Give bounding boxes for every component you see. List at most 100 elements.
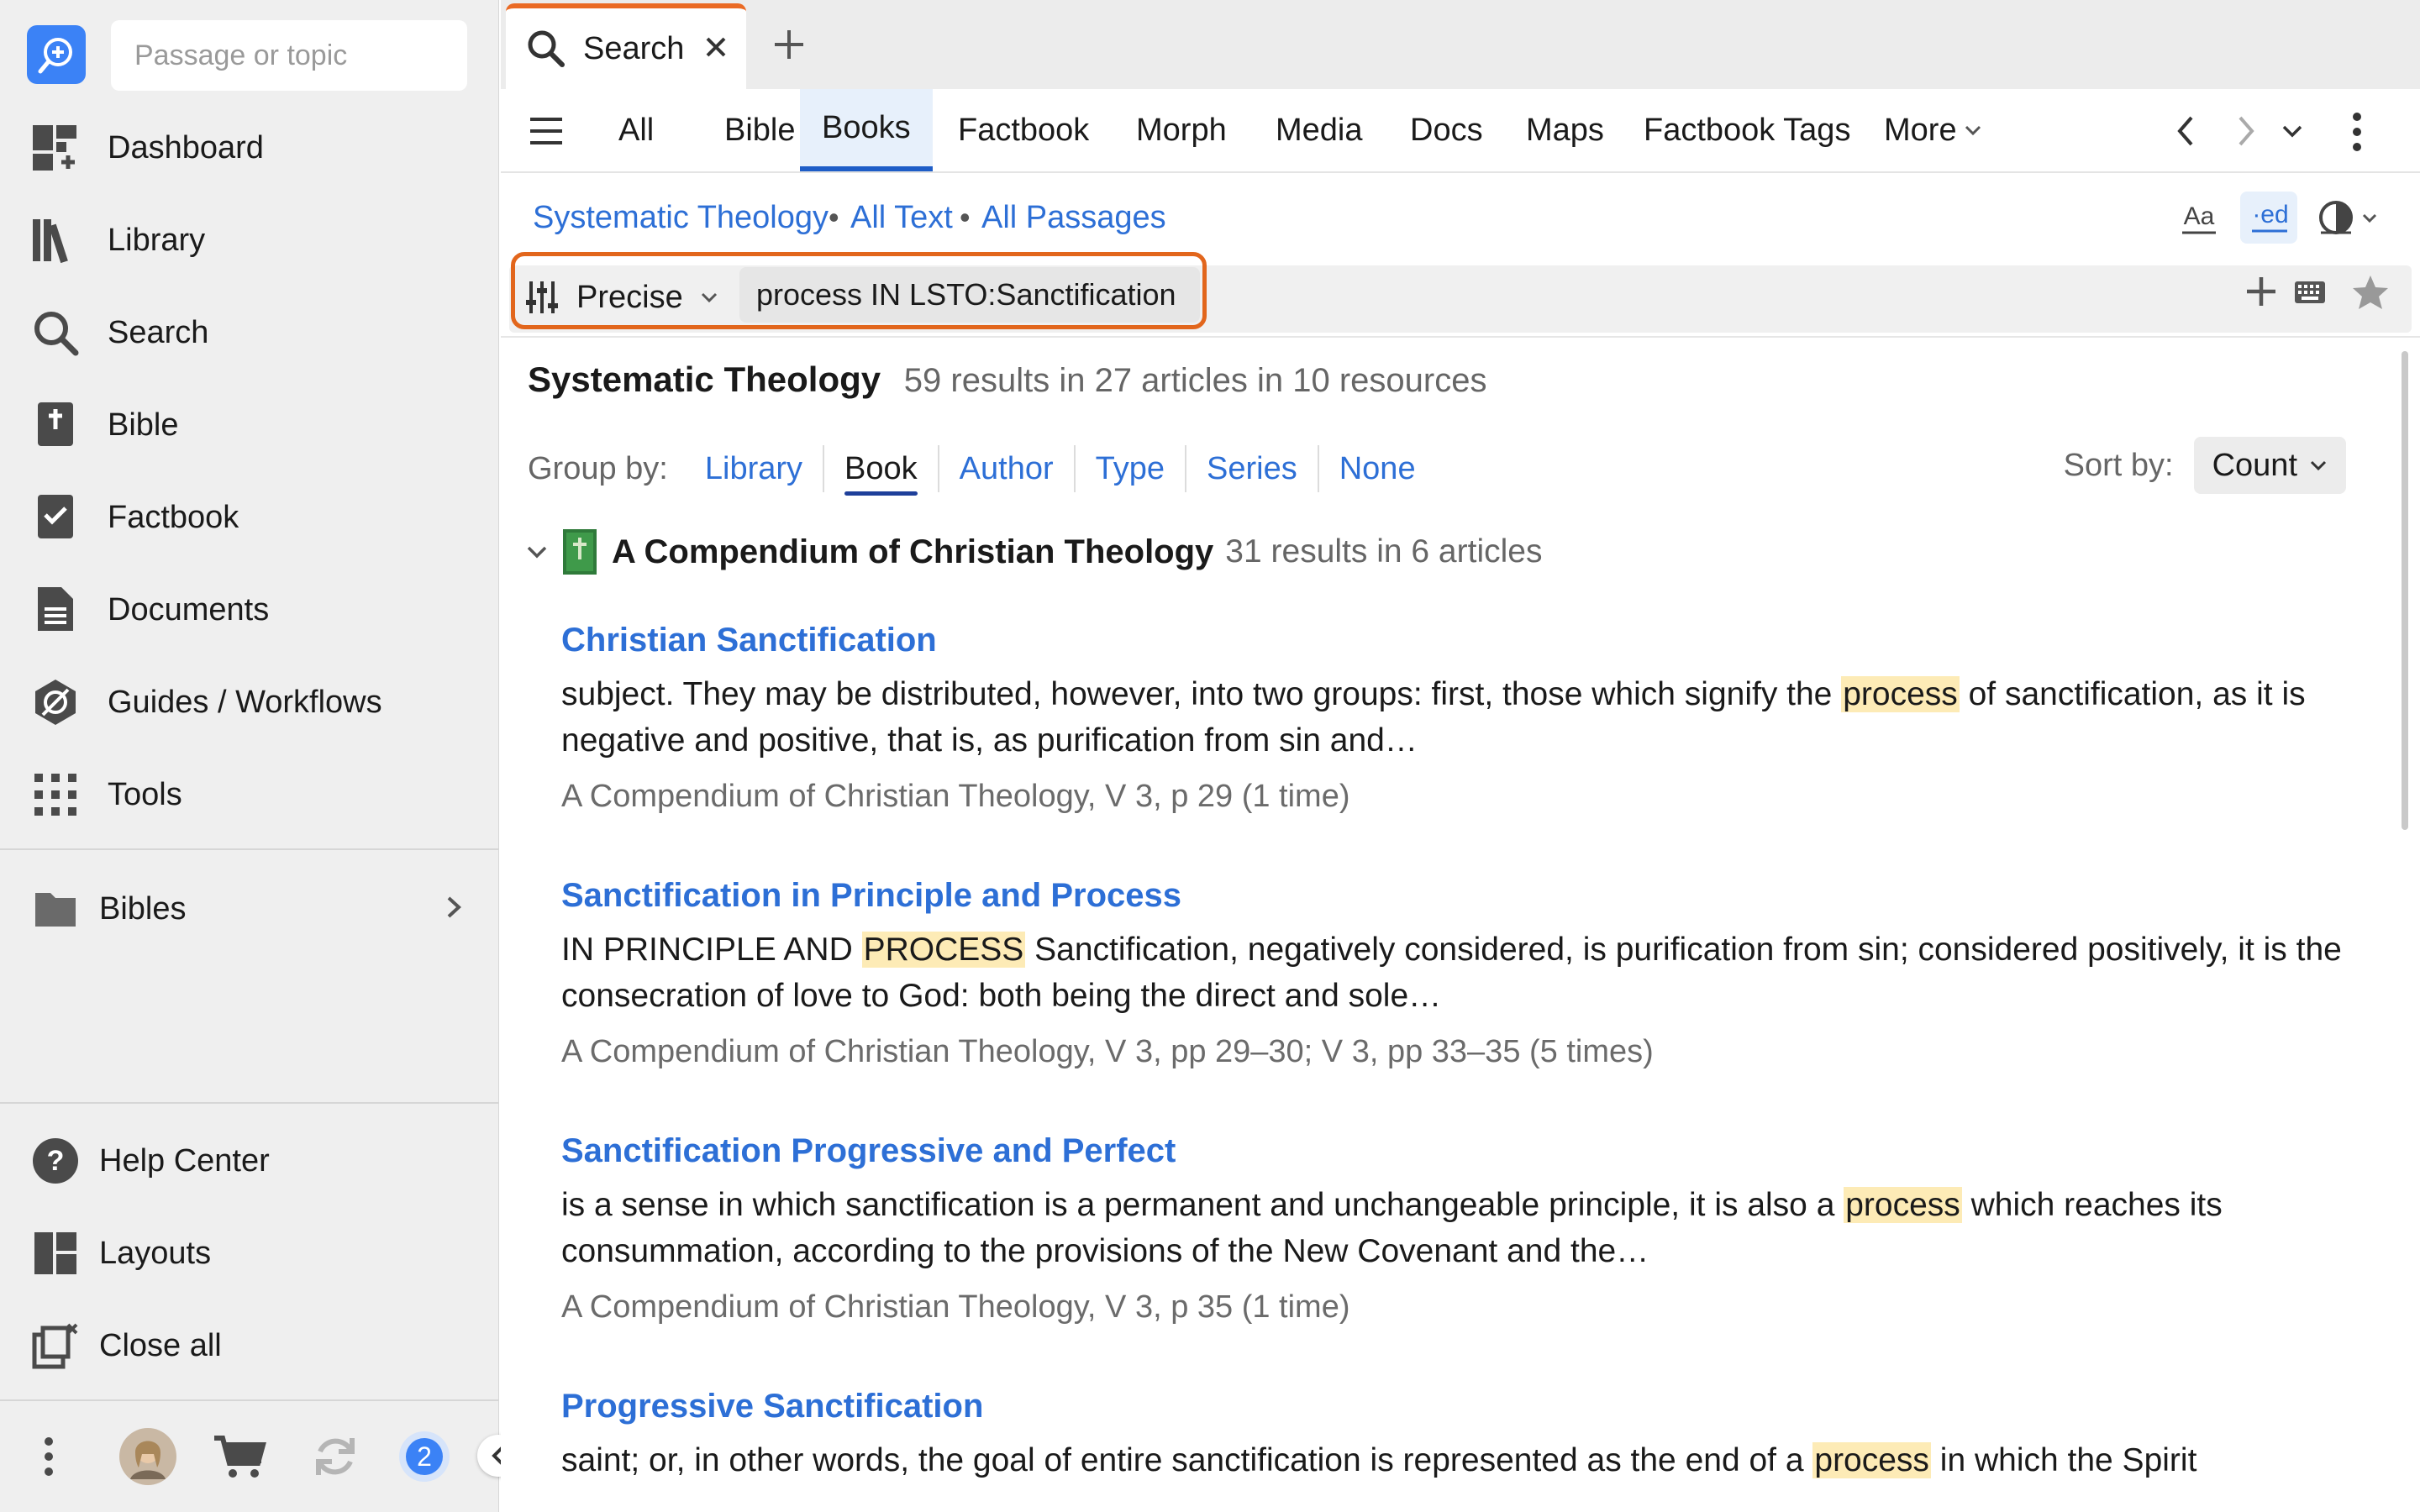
menu-icon[interactable] [526, 111, 566, 151]
result-snippet: IN PRINCIPLE AND PROCESS Sanctification,… [561, 932, 2342, 1014]
results-collection-title: Systematic Theology [528, 360, 881, 399]
sidebar-item-help-center[interactable]: ? Help Center [0, 1119, 499, 1203]
sidebar-item-label: Library [108, 222, 206, 258]
search-hit-highlight[interactable]: process [1841, 676, 1960, 712]
result-title-link[interactable]: Sanctification Progressive and Perfect [561, 1132, 2368, 1170]
tab-books[interactable]: Books [800, 89, 933, 171]
tab-morph[interactable]: Morph [1114, 89, 1249, 171]
passage-search-input[interactable] [111, 20, 467, 91]
search-mode-dropdown[interactable]: Precise [524, 265, 718, 329]
inflected-forms-toggle[interactable]: ·ed [2240, 192, 2297, 244]
result-title-link[interactable]: Progressive Sanctification [561, 1388, 2368, 1425]
results-scrollbar[interactable] [2402, 351, 2408, 830]
sidebar-item-search[interactable]: Search [0, 291, 499, 375]
tools-icon [30, 769, 81, 820]
tab-more[interactable]: More [1862, 89, 1986, 171]
scope-collection-link[interactable]: Systematic Theology [533, 200, 829, 236]
group-option-type[interactable]: Type [1076, 445, 1187, 492]
sidebar-item-documents[interactable]: Documents [0, 568, 499, 652]
scope-separator: • [960, 200, 971, 234]
avatar[interactable] [118, 1425, 178, 1488]
tab-maps[interactable]: Maps [1504, 89, 1626, 171]
tab-all[interactable]: All [597, 89, 676, 171]
tab-more-label: More [1884, 112, 1957, 148]
sidebar-item-label: Close all [99, 1327, 222, 1363]
contrast-icon [2319, 201, 2353, 234]
group-option-book[interactable]: Book [824, 445, 939, 496]
search-panel: Search All Bible Books Factbook Morph Me… [501, 0, 2420, 1512]
book-stats: 31 results in 6 articles [1225, 533, 1543, 570]
history-dropdown[interactable] [2275, 114, 2309, 148]
result-title-link[interactable]: Christian Sanctification [561, 622, 2368, 659]
visual-filter-dropdown[interactable] [2314, 195, 2381, 240]
search-toolbar: All Bible Books Factbook Morph Media Doc… [501, 89, 2420, 173]
tab-media[interactable]: Media [1254, 89, 1385, 171]
cart-icon[interactable] [210, 1425, 269, 1488]
forward-button[interactable] [2227, 109, 2265, 153]
group-option-none[interactable]: None [1319, 445, 1436, 492]
sidebar-item-guides[interactable]: Guides / Workflows [0, 660, 499, 744]
new-tab-button[interactable] [768, 24, 810, 66]
logo-icon [38, 38, 72, 74]
sidebar-item-layouts[interactable]: Layouts [0, 1211, 499, 1295]
result-item: Sanctification Progressive and Perfect i… [561, 1132, 2368, 1326]
svg-text:Aa: Aa [2184, 202, 2215, 230]
sidebar-item-bible[interactable]: Bible [0, 383, 499, 467]
back-button[interactable] [2166, 109, 2205, 153]
font-size-icon[interactable]: Aa [2178, 195, 2220, 240]
sync-icon[interactable] [306, 1425, 365, 1488]
result-title-link[interactable]: Sanctification in Principle and Process [561, 877, 2368, 915]
book-group-header[interactable]: A Compendium of Christian Theology 31 re… [524, 528, 1542, 576]
search-query-input[interactable] [739, 267, 1200, 323]
chevron-down-icon [2362, 213, 2377, 223]
notification-badge[interactable]: 2 [395, 1425, 454, 1488]
sidebar-item-label: Search [108, 314, 209, 350]
tab-docs[interactable]: Docs [1388, 89, 1505, 171]
result-citation[interactable]: A Compendium of Christian Theology, V 3,… [561, 1289, 2368, 1326]
bible-icon [30, 400, 81, 450]
sidebar-item-label: Help Center [99, 1142, 270, 1179]
group-option-series[interactable]: Series [1186, 445, 1319, 492]
result-snippet: is a sense in which sanctification is a … [561, 1187, 2223, 1269]
more-vertical-icon[interactable] [34, 1425, 64, 1488]
scope-range-link[interactable]: All Text [850, 200, 953, 236]
scope-passages-link[interactable]: All Passages [981, 200, 1166, 236]
sidebar-item-factbook[interactable]: Factbook [0, 475, 499, 559]
sidebar-item-label: Bible [108, 407, 179, 443]
result-item: Sanctification in Principle and Process … [561, 877, 2368, 1070]
tab-search[interactable]: Search [506, 3, 746, 89]
search-hit-highlight[interactable]: process [1812, 1442, 1931, 1478]
chevron-down-icon [2310, 460, 2327, 471]
group-option-library[interactable]: Library [685, 445, 825, 492]
documents-icon [30, 585, 81, 635]
favorite-star-icon[interactable] [2349, 270, 2391, 314]
search-icon [526, 29, 565, 71]
help-icon: ? [30, 1136, 81, 1186]
sidebar-item-label: Tools [108, 776, 182, 812]
search-hit-highlight[interactable]: process [1844, 1187, 1962, 1223]
search-hit-highlight[interactable]: PROCESS [861, 932, 1026, 968]
sidebar-footer: 2 [0, 1399, 519, 1512]
sidebar-item-close-all[interactable]: Close all [0, 1304, 499, 1388]
factbook-icon [30, 492, 81, 543]
close-icon[interactable] [697, 29, 734, 66]
more-vertical-icon[interactable] [2344, 109, 2370, 155]
chevron-left-icon [2177, 116, 2193, 146]
result-citation[interactable]: A Compendium of Christian Theology, V 3,… [561, 779, 2368, 815]
sort-select[interactable]: Count [2193, 437, 2346, 494]
sidebar-item-tools[interactable]: Tools [0, 753, 499, 837]
group-option-author[interactable]: Author [939, 445, 1076, 492]
sidebar-item-dashboard[interactable]: Dashboard [0, 106, 499, 190]
app-logo[interactable] [27, 25, 86, 84]
sidebar-item-library[interactable]: Library [0, 198, 499, 282]
sidebar-item-label: Guides / Workflows [108, 684, 382, 720]
tab-factbook[interactable]: Factbook [936, 89, 1111, 171]
results-stats: 59 results in 27 articles in 10 resource… [903, 362, 1487, 399]
result-snippet: subject. They may be distributed, howeve… [561, 676, 2306, 759]
svg-text:?: ? [47, 1145, 65, 1177]
tab-factbook-tags[interactable]: Factbook Tags [1622, 89, 1872, 171]
add-term-button[interactable] [2240, 270, 2282, 312]
result-citation[interactable]: A Compendium of Christian Theology, V 3,… [561, 1034, 2368, 1070]
sidebar-folder-bibles[interactable]: Bibles [0, 867, 499, 951]
keyboard-icon[interactable] [2289, 274, 2331, 311]
